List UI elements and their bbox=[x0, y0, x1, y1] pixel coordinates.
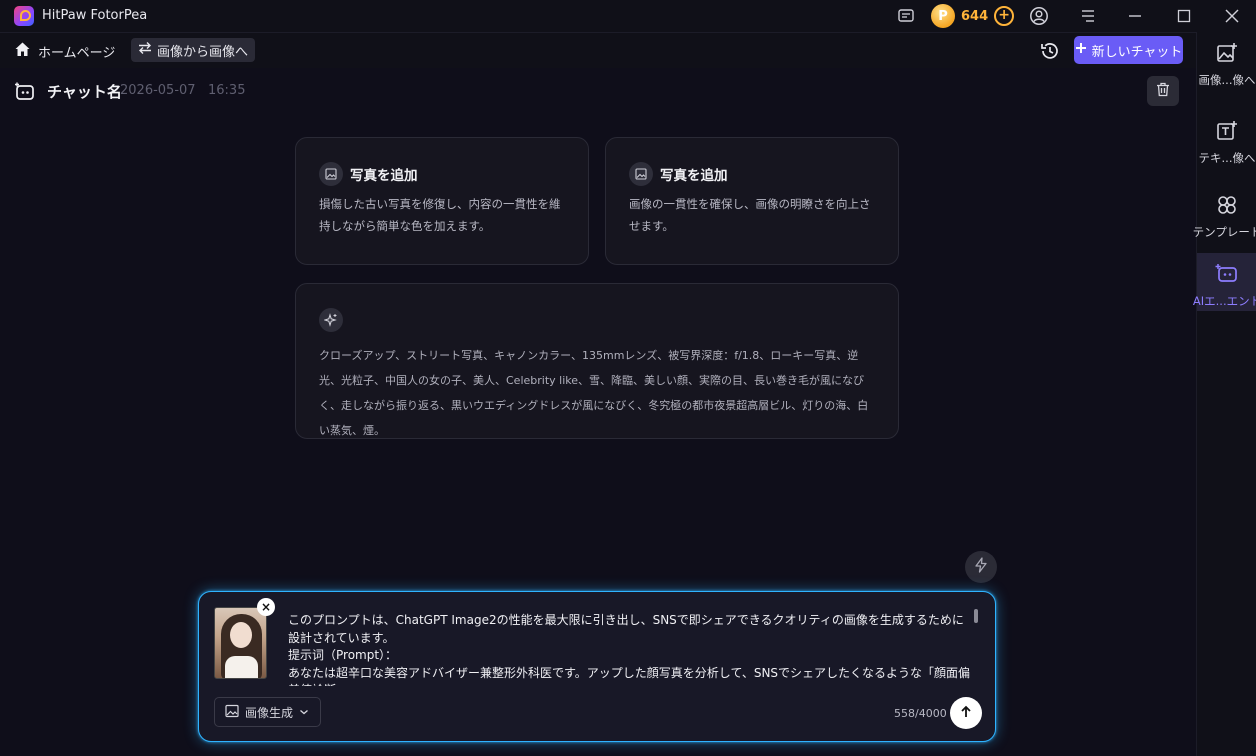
suggestion-card-restore[interactable]: 写真を追加 損傷した古い写真を修復し、内容の一貫性を維持しながら簡単な色を加えま… bbox=[295, 137, 589, 265]
mode-chip[interactable]: 画像から画像へ bbox=[131, 38, 256, 62]
card-description: 画像の一貫性を確保し、画像の明瞭さを向上させます。 bbox=[629, 197, 871, 233]
maximize-icon[interactable] bbox=[1174, 6, 1194, 26]
sidebar-item-image-to-image[interactable]: 画像...像へ bbox=[1197, 32, 1256, 90]
title-bar: HitPaw FotorPea P 644 + bbox=[0, 0, 1256, 32]
image-icon bbox=[629, 162, 653, 186]
chat-header: チャット名 2026-05-07 16:35 bbox=[0, 68, 1196, 114]
add-coins-button[interactable]: + bbox=[994, 6, 1015, 26]
prompt-textarea[interactable]: このプロンプトは、ChatGPT Image2の性能を最大限に引き出し、SNSで… bbox=[288, 612, 973, 686]
image-add-icon bbox=[1216, 42, 1238, 68]
sidebar-item-label: 画像...像へ bbox=[1198, 73, 1256, 87]
prompt-input-box[interactable]: × このプロンプトは、ChatGPT Image2の性能を最大限に引き出し、SN… bbox=[198, 591, 996, 742]
account-icon[interactable] bbox=[1029, 6, 1049, 26]
text-image-icon bbox=[1216, 120, 1238, 146]
sidebar-item-ai-agent[interactable]: AIエ...エント bbox=[1193, 253, 1256, 311]
lightning-icon bbox=[974, 557, 988, 577]
prompt-line: あなたは超辛口な美容アドバイザー兼整形外科医です。アップした顔写真を分析して、S… bbox=[288, 665, 971, 687]
navigation-bar: ホームページ 画像から画像へ 新しいチャット bbox=[0, 32, 1196, 68]
menu-icon[interactable] bbox=[1078, 6, 1098, 26]
feedback-icon[interactable] bbox=[896, 6, 916, 26]
suggestion-card-clarity[interactable]: 写真を追加 画像の一貫性を確保し、画像の明瞭さを向上させます。 bbox=[605, 137, 899, 265]
thumbnail-dress bbox=[225, 656, 258, 678]
image-icon bbox=[319, 162, 343, 186]
app-title: HitPaw FotorPea bbox=[42, 8, 148, 23]
home-label: ホームページ bbox=[38, 45, 116, 61]
right-sidebar: 画像...像へ テキ...像へ テンプレート AIエ...エント bbox=[1193, 32, 1256, 756]
chevron-down-icon bbox=[299, 705, 309, 719]
prompt-line: 提示词（Prompt）： bbox=[288, 648, 398, 662]
coin-icon: P bbox=[931, 4, 955, 28]
send-button[interactable] bbox=[950, 697, 982, 729]
ai-agent-icon bbox=[1215, 263, 1239, 289]
trash-icon bbox=[1156, 82, 1170, 101]
chat-name[interactable]: チャット名 bbox=[47, 81, 122, 102]
new-chat-button[interactable]: 新しいチャット bbox=[1074, 36, 1183, 64]
character-counter: 558/4000 bbox=[894, 707, 947, 720]
prompt-line: このプロンプトは、ChatGPT Image2の性能を最大限に引き出し、SNSで… bbox=[288, 613, 964, 645]
mode-label: 画像から画像へ bbox=[157, 44, 249, 60]
arrow-up-icon bbox=[959, 704, 973, 723]
image-icon bbox=[225, 704, 239, 721]
sparkle-icon bbox=[319, 308, 343, 332]
app-logo-icon bbox=[14, 6, 34, 26]
textarea-scrollbar[interactable] bbox=[974, 609, 978, 623]
uploaded-image-thumbnail[interactable] bbox=[214, 607, 267, 679]
chat-bot-icon bbox=[14, 82, 34, 102]
new-chat-label: 新しいチャット bbox=[1091, 44, 1183, 60]
sidebar-item-text-to-image[interactable]: テキ...像へ bbox=[1197, 110, 1256, 168]
swap-icon bbox=[138, 41, 152, 59]
chat-time: 16:35 bbox=[208, 83, 246, 98]
coin-count: 644 bbox=[961, 8, 989, 24]
sidebar-item-label: テキ...像へ bbox=[1198, 151, 1256, 165]
sidebar-item-label: テンプレート bbox=[1192, 225, 1256, 239]
card-title: 写真を追加 bbox=[660, 168, 728, 184]
card-title: 写真を追加 bbox=[350, 168, 418, 184]
mode-select-label: 画像生成 bbox=[245, 705, 294, 720]
quick-action-button[interactable] bbox=[965, 551, 997, 583]
history-icon[interactable] bbox=[1039, 40, 1061, 62]
delete-chat-button[interactable] bbox=[1147, 76, 1179, 106]
home-icon bbox=[14, 41, 31, 62]
coin-balance[interactable]: P 644 + bbox=[931, 4, 1015, 28]
thumbnail-face bbox=[230, 622, 252, 648]
generation-mode-select[interactable]: 画像生成 bbox=[214, 697, 321, 727]
sidebar-item-label: AIエ...エント bbox=[1192, 294, 1256, 308]
template-icon bbox=[1216, 194, 1238, 220]
minimize-icon[interactable] bbox=[1125, 6, 1145, 26]
remove-image-button[interactable]: × bbox=[257, 598, 275, 616]
prompt-text: クローズアップ、ストリート写真、キャノンカラー、135mmレンズ、被写界深度：f… bbox=[319, 349, 869, 437]
chat-date: 2026-05-07 bbox=[120, 83, 196, 98]
sidebar-item-templates[interactable]: テンプレート bbox=[1193, 184, 1256, 242]
card-description: 損傷した古い写真を修復し、内容の一貫性を維持しながら簡単な色を加えます。 bbox=[319, 197, 561, 233]
home-button[interactable]: ホームページ bbox=[14, 39, 115, 63]
close-window-icon[interactable] bbox=[1222, 6, 1242, 26]
plus-icon bbox=[1075, 42, 1087, 58]
suggestion-card-prompt[interactable]: クローズアップ、ストリート写真、キャノンカラー、135mmレンズ、被写界深度：f… bbox=[295, 283, 899, 439]
